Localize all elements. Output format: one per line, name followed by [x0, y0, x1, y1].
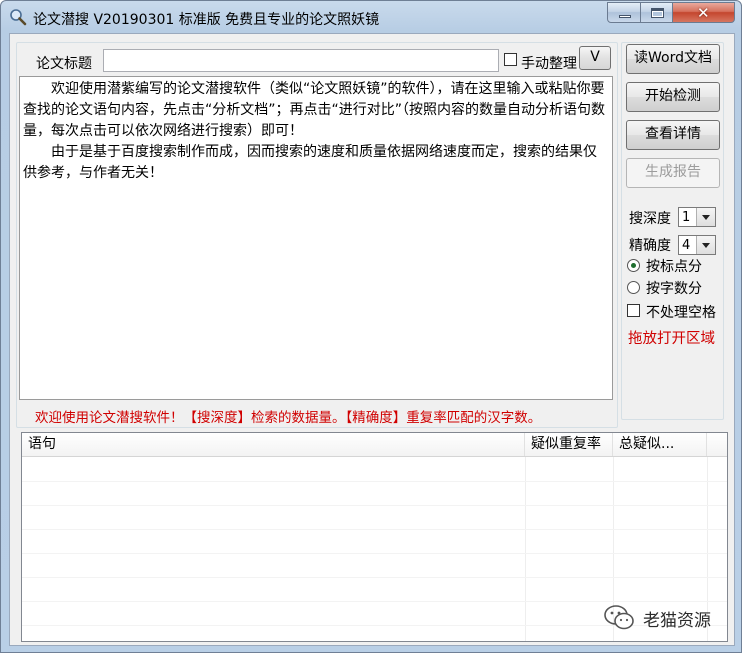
row-divider	[22, 529, 727, 530]
split-by-punct-label: 按标点分	[646, 259, 702, 275]
app-window: 论文潜搜 V20190301 标准版 免费且专业的论文照妖镜 ✕ 论文标题 手动…	[0, 0, 742, 653]
watermark: 老猫资源	[603, 603, 711, 633]
column-divider	[525, 457, 526, 641]
no-space-checkbox[interactable]	[627, 304, 640, 317]
magnifier-app-icon	[10, 9, 27, 26]
row-divider	[22, 577, 727, 578]
depth-select[interactable]: 1	[678, 207, 716, 227]
row-divider	[22, 505, 727, 506]
wechat-icon	[604, 605, 634, 630]
chevron-down-icon[interactable]	[696, 236, 715, 254]
chevron-down-icon[interactable]	[696, 208, 715, 226]
split-by-punct-radio[interactable]	[627, 259, 640, 272]
maximize-button[interactable]	[640, 2, 673, 23]
precision-label: 精确度	[629, 238, 671, 254]
column-header-sentence[interactable]: 语句	[22, 433, 525, 456]
view-details-button[interactable]: 查看详情	[626, 120, 720, 150]
manual-organize-label: 手动整理	[521, 56, 577, 72]
generate-report-button[interactable]: 生成报告	[626, 158, 720, 188]
paper-content-textarea[interactable]: 欢迎使用潜紫编写的论文潜搜软件（类似“论文照妖镜”的软件），请在这里输入或粘贴你…	[19, 76, 613, 400]
depth-label: 搜深度	[629, 211, 671, 227]
table-header: 语句 疑似重复率 总疑似...	[22, 433, 727, 457]
start-check-button[interactable]: 开始检测	[626, 82, 720, 112]
column-header-total[interactable]: 总疑似...	[613, 433, 707, 456]
row-divider	[22, 601, 727, 602]
intro-paragraph: 欢迎使用潜紫编写的论文潜搜软件（类似“论文照妖镜”的软件），请在这里输入或粘贴你…	[23, 81, 606, 139]
window-title: 论文潜搜 V20190301 标准版 免费且专业的论文照妖镜	[33, 12, 380, 28]
watermark-text: 老猫资源	[643, 610, 711, 631]
manual-organize-checkbox[interactable]	[504, 53, 517, 66]
no-space-label: 不处理空格	[646, 305, 716, 321]
status-message: 欢迎使用论文潜搜软件！【搜深度】检索的数据量。【精确度】重复率匹配的汉字数。	[35, 410, 542, 426]
column-header-similarity[interactable]: 疑似重复率	[525, 433, 613, 456]
split-by-words-label: 按字数分	[646, 281, 702, 297]
title-bar[interactable]: 论文潜搜 V20190301 标准版 免费且专业的论文照妖镜 ✕	[1, 1, 741, 33]
precision-value: 4	[682, 238, 691, 253]
client-area: 论文标题 手动整理 V 欢迎使用潜紫编写的论文潜搜软件（类似“论文照妖镜”的软件…	[9, 33, 735, 646]
paper-title-input[interactable]	[103, 49, 499, 72]
minimize-icon	[619, 15, 631, 18]
read-word-button[interactable]: 读Word文档	[626, 44, 720, 74]
paper-title-label: 论文标题	[36, 56, 92, 72]
disclaimer-paragraph: 由于是基于百度搜索制作而成，因而搜索的速度和质量依据网络速度而定，搜索的结果仅供…	[23, 144, 597, 181]
split-by-words-radio[interactable]	[627, 281, 640, 294]
minimize-button[interactable]	[607, 2, 641, 23]
row-divider	[22, 481, 727, 482]
drop-area-label[interactable]: 拖放打开区域	[628, 327, 715, 348]
v-button[interactable]: V	[579, 46, 611, 70]
precision-select[interactable]: 4	[678, 235, 716, 255]
depth-value: 1	[682, 210, 691, 225]
close-button[interactable]: ✕	[672, 2, 735, 23]
close-icon: ✕	[697, 4, 710, 22]
maximize-icon	[651, 8, 664, 18]
row-divider	[22, 553, 727, 554]
